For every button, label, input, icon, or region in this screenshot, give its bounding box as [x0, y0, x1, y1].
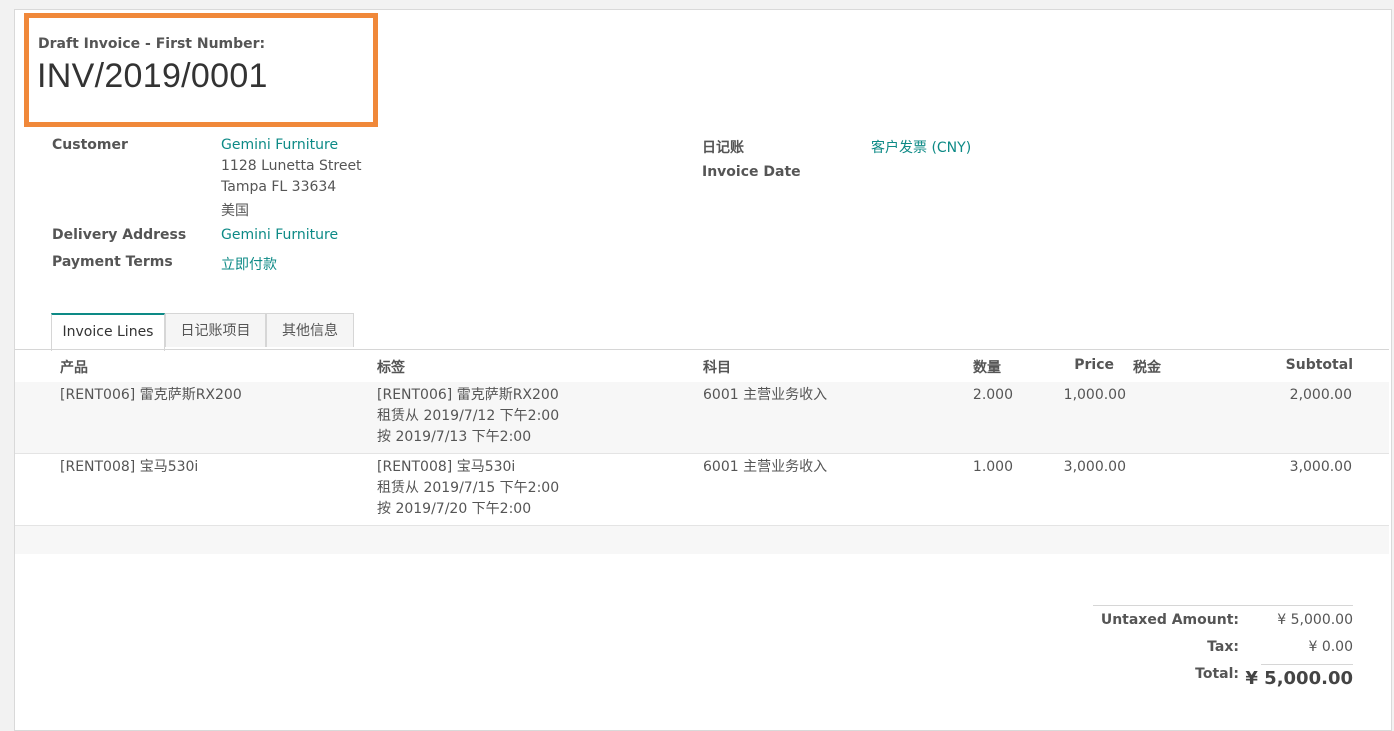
delivery-address-label: Delivery Address: [52, 227, 187, 243]
row-subtotal: 2,000.00: [1289, 387, 1352, 403]
col-account[interactable]: 科目: [703, 357, 731, 377]
invoice-lines-header: 产品 标签 科目 数量 Price 税金 Subtotal: [15, 350, 1389, 383]
row-account: 6001 主营业务收入: [703, 387, 828, 403]
payment-terms-label: Payment Terms: [52, 254, 173, 270]
delivery-address-link[interactable]: Gemini Furniture: [221, 227, 338, 243]
row-label-line1: [RENT008] 宝马530i: [377, 459, 516, 475]
row-price: 3,000.00: [1063, 459, 1126, 475]
row-product: [RENT006] 雷克萨斯RX200: [60, 387, 242, 403]
tax-label: Tax:: [1207, 639, 1239, 655]
row-quantity: 1.000: [972, 459, 1013, 475]
row-label-line1: [RENT006] 雷克萨斯RX200: [377, 387, 559, 403]
row-quantity: 2.000: [972, 387, 1013, 403]
customer-address-line1: 1128 Lunetta Street: [221, 158, 362, 174]
col-quantity[interactable]: 数量: [915, 357, 1001, 377]
table-empty-row: [15, 526, 1389, 554]
invoice-date-label: Invoice Date: [702, 164, 801, 180]
col-price[interactable]: Price: [1015, 357, 1114, 373]
totals-top-divider: [1093, 605, 1353, 606]
col-subtotal[interactable]: Subtotal: [1215, 357, 1353, 373]
customer-label: Customer: [52, 137, 128, 153]
customer-address-line2: Tampa FL 33634: [221, 179, 337, 195]
col-label[interactable]: 标签: [377, 357, 405, 377]
row-product: [RENT008] 宝马530i: [60, 459, 199, 475]
col-product[interactable]: 产品: [60, 357, 88, 377]
customer-link[interactable]: Gemini Furniture: [221, 137, 338, 153]
total-label: Total:: [1195, 666, 1239, 682]
table-row[interactable]: [RENT008] 宝马530i [RENT008] 宝马530i 租赁从 20…: [15, 454, 1389, 526]
row-label-line2: 租赁从 2019/7/12 下午2:00: [377, 408, 560, 424]
tab-journal-items[interactable]: 日记账项目: [165, 313, 266, 347]
tab-invoice-lines[interactable]: Invoice Lines: [51, 313, 165, 351]
untaxed-amount-value: ¥ 5,000.00: [1277, 612, 1353, 628]
invoice-form-sheet: Draft Invoice - First Number: INV/2019/0…: [14, 9, 1392, 731]
payment-terms-link[interactable]: 立即付款: [221, 254, 277, 274]
row-subtotal: 3,000.00: [1289, 459, 1352, 475]
col-tax[interactable]: 税金: [1133, 357, 1161, 377]
row-label-line3: 按 2019/7/20 下午2:00: [377, 501, 532, 517]
journal-link[interactable]: 客户发票 (CNY): [871, 137, 971, 157]
row-label-line2: 租赁从 2019/7/15 下午2:00: [377, 480, 560, 496]
journal-label: 日记账: [702, 140, 744, 156]
tab-other-info[interactable]: 其他信息: [266, 313, 354, 347]
total-divider: [1261, 664, 1353, 665]
row-account: 6001 主营业务收入: [703, 459, 828, 475]
draft-invoice-label: Draft Invoice - First Number:: [38, 36, 266, 52]
untaxed-amount-label: Untaxed Amount:: [1100, 612, 1239, 628]
table-row[interactable]: [RENT006] 雷克萨斯RX200 [RENT006] 雷克萨斯RX200 …: [15, 382, 1389, 454]
tax-value: ¥ 0.00: [1308, 639, 1353, 655]
row-label-line3: 按 2019/7/13 下午2:00: [377, 429, 532, 445]
row-price: 1,000.00: [1063, 387, 1126, 403]
customer-address-country: 美国: [221, 203, 249, 219]
invoice-number: INV/2019/0001: [37, 57, 268, 95]
total-value: ¥ 5,000.00: [1245, 668, 1353, 689]
